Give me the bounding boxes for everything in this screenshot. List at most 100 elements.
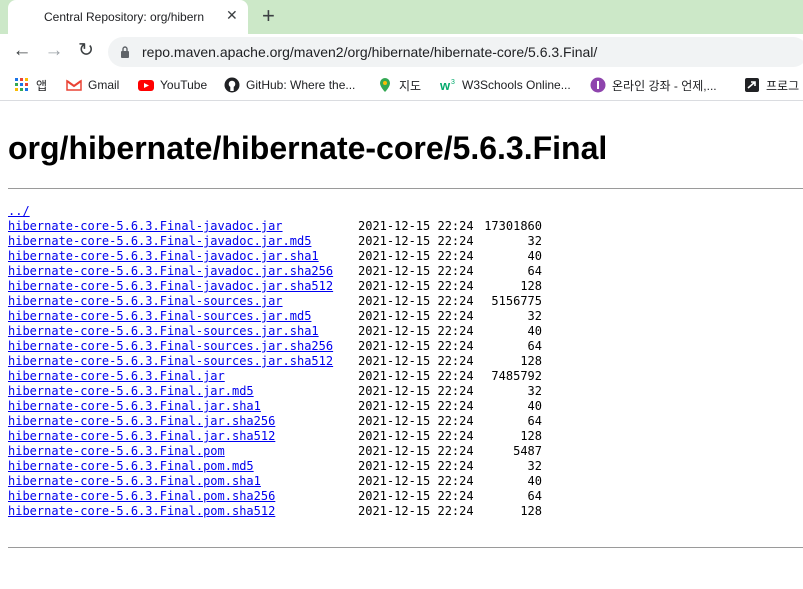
inflearn-icon — [590, 77, 606, 93]
file-size: 32 — [527, 459, 542, 473]
file-date: 2021-12-15 22:24 — [358, 459, 474, 473]
back-arrow-icon[interactable]: ← — [9, 38, 35, 64]
svg-text:3: 3 — [451, 79, 455, 86]
file-link[interactable]: hibernate-core-5.6.3.Final-javadoc.jar — [8, 219, 283, 233]
tab-close-icon[interactable]: ✕ — [226, 7, 238, 24]
file-link[interactable]: hibernate-core-5.6.3.Final-sources.jar.m… — [8, 309, 311, 323]
bookmark-gmail[interactable]: Gmail — [66, 75, 119, 95]
file-row: hibernate-core-5.6.3.Final.pom.sha1 2021-… — [8, 474, 542, 489]
file-size: 40 — [527, 324, 542, 338]
file-size: 5156775 — [491, 294, 542, 308]
bookmarks-bar: 앱 Gmail YouTube GitHub: Where the... 지도 … — [0, 70, 803, 101]
file-link[interactable]: hibernate-core-5.6.3.Final-javadoc.jar.s… — [8, 264, 333, 278]
file-date: 2021-12-15 22:24 — [358, 279, 474, 293]
w3schools-icon: w3 — [440, 78, 455, 93]
file-row: hibernate-core-5.6.3.Final.jar.md5 2021-1… — [8, 384, 542, 399]
file-row: hibernate-core-5.6.3.Final.jar 2021-12-15… — [8, 369, 542, 384]
file-row: hibernate-core-5.6.3.Final.pom 2021-12-15… — [8, 444, 542, 459]
file-link[interactable]: hibernate-core-5.6.3.Final.pom.sha512 — [8, 504, 275, 518]
file-size: 17301860 — [484, 219, 542, 233]
lock-icon[interactable] — [120, 45, 130, 59]
file-size: 128 — [520, 504, 542, 518]
bottom-divider — [8, 547, 803, 548]
url-text: repo.maven.apache.org/maven2/org/hiberna… — [142, 44, 598, 60]
file-date: 2021-12-15 22:24 — [358, 504, 474, 518]
file-link[interactable]: hibernate-core-5.6.3.Final.jar.sha512 — [8, 429, 275, 443]
bookmark-github[interactable]: GitHub: Where the... — [224, 75, 355, 95]
file-row: hibernate-core-5.6.3.Final-sources.jar.m… — [8, 309, 542, 324]
file-row: hibernate-core-5.6.3.Final-sources.jar.s… — [8, 354, 542, 369]
file-date: 2021-12-15 22:24 — [358, 309, 474, 323]
browser-toolbar: ← → ↻ repo.maven.apache.org/maven2/org/h… — [0, 34, 803, 70]
file-size: 32 — [527, 234, 542, 248]
bookmark-w3schools[interactable]: w3 W3Schools Online... — [440, 75, 571, 95]
address-bar[interactable]: repo.maven.apache.org/maven2/org/hiberna… — [108, 37, 803, 67]
file-row: hibernate-core-5.6.3.Final.jar.sha1 2021-… — [8, 399, 542, 414]
file-size: 64 — [527, 264, 542, 278]
file-size: 32 — [527, 384, 542, 398]
file-row: hibernate-core-5.6.3.Final.pom.md5 2021-1… — [8, 459, 542, 474]
file-link[interactable]: hibernate-core-5.6.3.Final-javadoc.jar.m… — [8, 234, 311, 248]
file-size: 40 — [527, 474, 542, 488]
bookmark-label: W3Schools Online... — [462, 78, 571, 92]
bookmark-inflearn[interactable]: 온라인 강좌 - 언제,... — [590, 75, 717, 95]
file-size: 5487 — [513, 444, 542, 458]
bookmark-label: 앱 — [36, 78, 48, 93]
file-date: 2021-12-15 22:24 — [358, 339, 474, 353]
file-date: 2021-12-15 22:24 — [358, 399, 474, 413]
file-link[interactable]: hibernate-core-5.6.3.Final.jar.sha256 — [8, 414, 275, 428]
file-link[interactable]: hibernate-core-5.6.3.Final.jar.md5 — [8, 384, 254, 398]
file-row: hibernate-core-5.6.3.Final.jar.sha256 202… — [8, 414, 542, 429]
file-link[interactable]: hibernate-core-5.6.3.Final-sources.jar — [8, 294, 283, 308]
svg-text:w: w — [440, 78, 451, 93]
parent-directory-link[interactable]: ../ — [8, 204, 30, 218]
bookmark-label: 프로그 — [766, 78, 800, 93]
active-tab[interactable]: Central Repository: org/hibernate/hibern… — [8, 0, 248, 34]
new-tab-button[interactable]: + — [262, 3, 275, 29]
file-link[interactable]: hibernate-core-5.6.3.Final-sources.jar.s… — [8, 324, 319, 338]
bookmark-label: 지도 — [399, 78, 422, 93]
file-link[interactable]: hibernate-core-5.6.3.Final.pom.md5 — [8, 459, 254, 473]
file-date: 2021-12-15 22:24 — [358, 264, 474, 278]
file-row: hibernate-core-5.6.3.Final.pom.sha512 202… — [8, 504, 542, 519]
file-date: 2021-12-15 22:24 — [358, 414, 474, 428]
file-date: 2021-12-15 22:24 — [358, 369, 474, 383]
file-row: hibernate-core-5.6.3.Final.jar.sha512 202… — [8, 429, 542, 444]
file-link[interactable]: hibernate-core-5.6.3.Final.pom — [8, 444, 225, 458]
bookmark-apps[interactable]: 앱 — [14, 75, 47, 95]
file-row: hibernate-core-5.6.3.Final-sources.jar.s… — [8, 339, 542, 354]
file-date: 2021-12-15 22:24 — [358, 249, 474, 263]
file-size: 40 — [527, 249, 542, 263]
file-link[interactable]: hibernate-core-5.6.3.Final.pom.sha1 — [8, 474, 261, 488]
file-date: 2021-12-15 22:24 — [358, 444, 474, 458]
file-size: 40 — [527, 399, 542, 413]
bookmark-maps[interactable]: 지도 — [377, 75, 421, 95]
file-link[interactable]: hibernate-core-5.6.3.Final-javadoc.jar.s… — [8, 249, 319, 263]
parent-directory-row: ../ — [8, 204, 30, 219]
file-row: hibernate-core-5.6.3.Final-javadoc.jar.s… — [8, 279, 542, 294]
bookmark-label: YouTube — [160, 78, 208, 92]
file-size: 64 — [527, 489, 542, 503]
bookmark-youtube[interactable]: YouTube — [138, 75, 207, 95]
file-link[interactable]: hibernate-core-5.6.3.Final.pom.sha256 — [8, 489, 275, 503]
file-size: 128 — [520, 279, 542, 293]
file-size: 64 — [527, 414, 542, 428]
file-link[interactable]: hibernate-core-5.6.3.Final-javadoc.jar.s… — [8, 279, 333, 293]
reload-icon[interactable]: ↻ — [73, 38, 99, 64]
file-date: 2021-12-15 22:24 — [358, 354, 474, 368]
gmail-icon — [66, 79, 82, 91]
file-date: 2021-12-15 22:24 — [358, 324, 474, 338]
file-row: hibernate-core-5.6.3.Final-sources.jar 20… — [8, 294, 542, 309]
file-link[interactable]: hibernate-core-5.6.3.Final-sources.jar.s… — [8, 354, 333, 368]
forward-arrow-icon[interactable]: → — [41, 38, 67, 64]
apps-grid-icon — [15, 78, 28, 91]
page-title: org/hibernate/hibernate-core/5.6.3.Final — [8, 130, 608, 166]
file-link[interactable]: hibernate-core-5.6.3.Final.jar.sha1 — [8, 399, 261, 413]
file-link[interactable]: hibernate-core-5.6.3.Final.jar — [8, 369, 225, 383]
file-date: 2021-12-15 22:24 — [358, 489, 474, 503]
file-size: 7485792 — [491, 369, 542, 383]
bookmark-arrow-icon — [745, 78, 759, 92]
file-link[interactable]: hibernate-core-5.6.3.Final-sources.jar.s… — [8, 339, 333, 353]
bookmark-program[interactable]: 프로그 — [744, 75, 799, 95]
file-size: 32 — [527, 309, 542, 323]
